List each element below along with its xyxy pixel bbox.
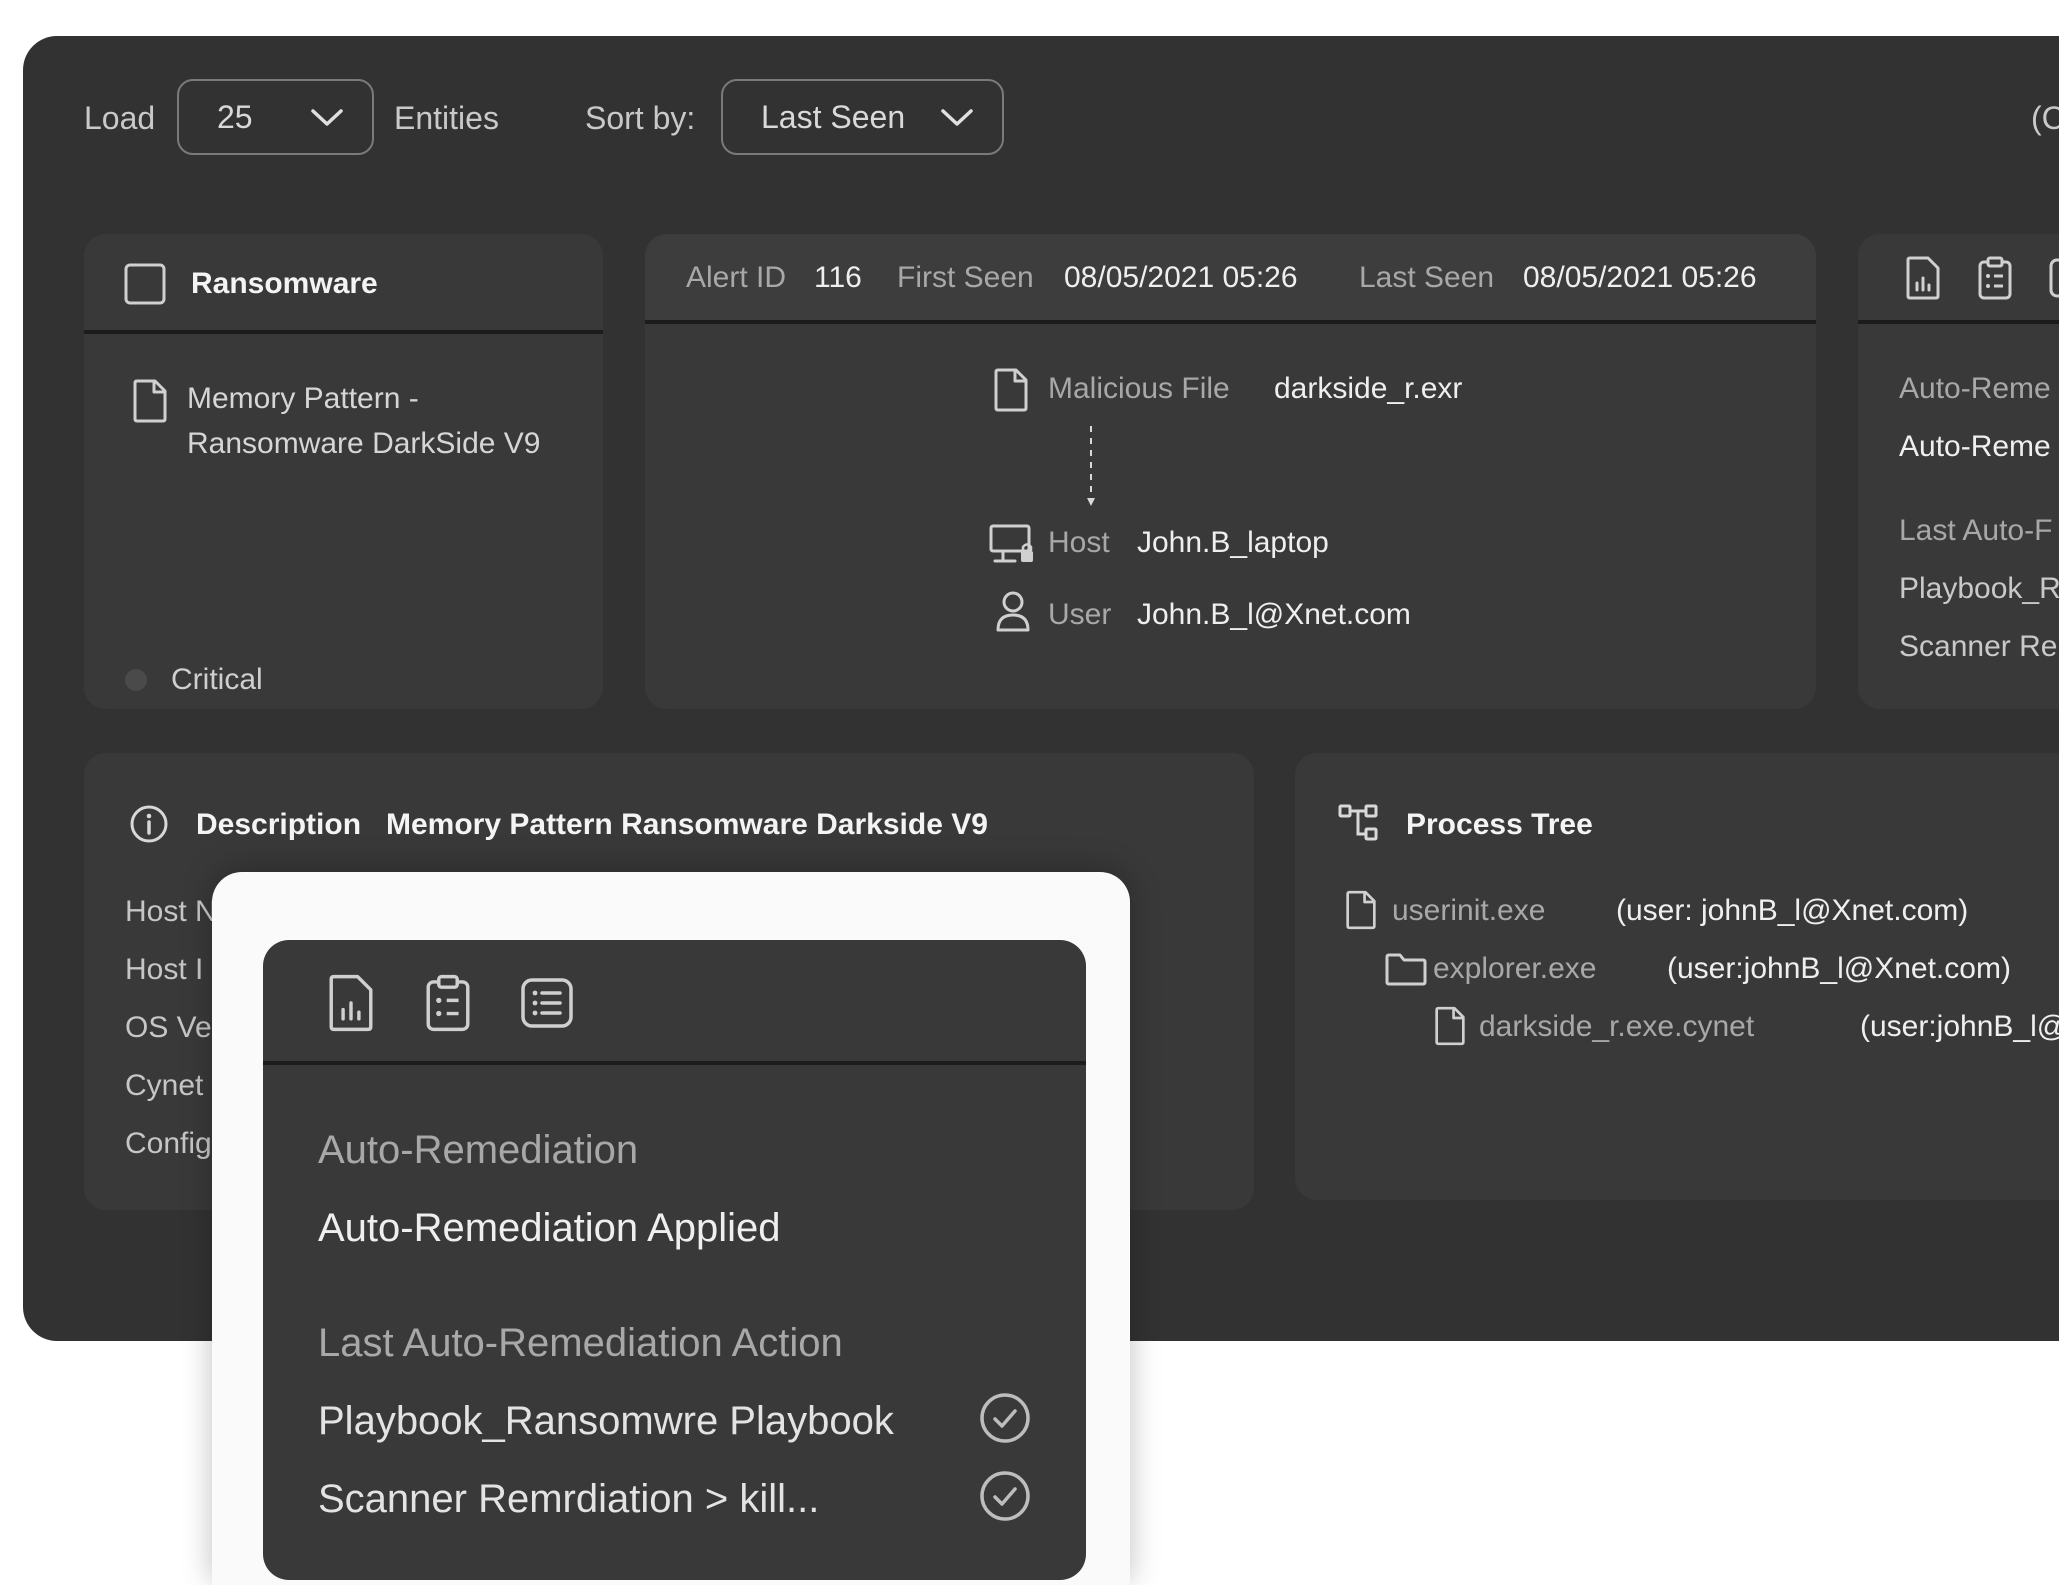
alert-details-card: Alert ID 116 First Seen 08/05/2021 05:26… (645, 234, 1816, 709)
sort-label: Sort by: (585, 100, 696, 136)
load-count-value: 25 (217, 98, 253, 135)
description-label: Description (196, 808, 362, 841)
info-row-1: Host N (125, 895, 217, 928)
process-name-1[interactable]: userinit.exe (1392, 896, 1545, 926)
alert-details-header: Alert ID 116 First Seen 08/05/2021 05:26… (645, 234, 1816, 324)
clipboard-icon[interactable] (1977, 256, 2013, 300)
alert-type-title: Ransomware (191, 267, 378, 300)
file-icon (993, 368, 1029, 412)
info-row-4: Cynet (125, 1069, 204, 1102)
remediation-card-header (1858, 234, 2059, 324)
chevron-down-icon (310, 99, 344, 136)
clipboard-icon[interactable] (424, 974, 472, 1032)
chevron-down-icon (940, 99, 974, 136)
alert-card-header: Ransomware (84, 234, 603, 334)
dashed-connector-arrow (1085, 424, 1097, 508)
last-seen-value: 08/05/2021 05:26 (1523, 261, 1757, 294)
description-value: Memory Pattern Ransomware Darkside V9 (386, 808, 988, 841)
remediation-card: Auto-Reme Auto-Reme Last Auto-F Playbook… (1858, 234, 2059, 709)
info-row-5: Config (125, 1127, 212, 1160)
popup-action-2: Scanner Remrdiation > kill... (318, 1477, 820, 1521)
alert-name-line-2: Ransomware DarkSide V9 (187, 427, 541, 460)
file-icon (1345, 890, 1377, 930)
first-seen-value: 08/05/2021 05:26 (1064, 261, 1298, 294)
last-action-label: Last Auto-F (1899, 514, 2053, 547)
popup-heading: Auto-Remediation (318, 1128, 639, 1172)
sort-select[interactable]: Last Seen (721, 79, 1004, 155)
toolbar-right-fragment: (C (2031, 100, 2059, 136)
host-value[interactable]: John.B_laptop (1137, 528, 1329, 558)
process-tree-card: Process Tree userinit.exe (user: johnB_l… (1295, 753, 2059, 1200)
process-tree-icon (1338, 804, 1380, 842)
malicious-file-label: Malicious File (1048, 372, 1230, 405)
remediation-popup: Auto-Remediation Auto-Remediation Applie… (263, 940, 1086, 1580)
process-user-2: (user:johnB_l@Xnet.com) (1667, 952, 2011, 985)
severity-label: Critical (171, 663, 263, 696)
severity-dot (124, 668, 148, 692)
entities-label: Entities (394, 100, 499, 136)
report-icon[interactable] (327, 974, 375, 1032)
alert-name-line-1: Memory Pattern - (187, 382, 419, 415)
file-icon (132, 379, 168, 423)
remediation-action-2: Scanner Re (1899, 630, 2058, 663)
report-icon[interactable] (1905, 256, 1941, 300)
load-label: Load (84, 100, 156, 136)
list-icon[interactable] (520, 976, 574, 1030)
info-icon (129, 804, 169, 844)
host-label: Host (1048, 526, 1110, 559)
user-value[interactable]: John.B_l@Xnet.com (1137, 600, 1411, 630)
process-tree-title: Process Tree (1406, 808, 1593, 841)
popup-last-action-label: Last Auto-Remediation Action (318, 1321, 843, 1365)
user-label: User (1048, 598, 1112, 631)
load-count-select[interactable]: 25 (177, 79, 374, 155)
select-checkbox[interactable] (124, 263, 166, 305)
process-name-3[interactable]: darkside_r.exe.cynet (1479, 1012, 1754, 1042)
remediation-action-1: Playbook_R (1899, 572, 2059, 605)
popup-action-1: Playbook_Ransomwre Playbook (318, 1399, 894, 1443)
malicious-file-value[interactable]: darkside_r.exr (1274, 374, 1462, 404)
alert-id-label: Alert ID (686, 261, 787, 294)
sort-value: Last Seen (761, 98, 906, 135)
alert-summary-card: Ransomware Memory Pattern - Ransomware D… (84, 234, 603, 709)
process-name-2[interactable]: explorer.exe (1433, 954, 1596, 984)
host-computer-icon (989, 523, 1035, 565)
process-user-3: (user:johnB_l@X (1860, 1010, 2059, 1043)
first-seen-label: First Seen (897, 261, 1034, 294)
info-row-3: OS Ve (125, 1011, 212, 1044)
check-circle-icon (979, 1470, 1031, 1522)
file-icon (1434, 1006, 1466, 1046)
remediation-heading: Auto-Reme (1899, 372, 2051, 405)
popup-status: Auto-Remediation Applied (318, 1206, 781, 1250)
info-row-2: Host I (125, 953, 204, 986)
popup-header (263, 940, 1086, 1065)
remediation-status: Auto-Reme (1899, 430, 2051, 463)
last-seen-label: Last Seen (1359, 261, 1495, 294)
check-circle-icon (979, 1392, 1031, 1444)
user-icon (995, 590, 1031, 632)
folder-icon (1385, 952, 1427, 986)
list-icon[interactable] (2049, 256, 2059, 300)
process-user-1: (user: johnB_l@Xnet.com) (1616, 894, 1969, 927)
alert-id-value: 116 (814, 261, 862, 294)
